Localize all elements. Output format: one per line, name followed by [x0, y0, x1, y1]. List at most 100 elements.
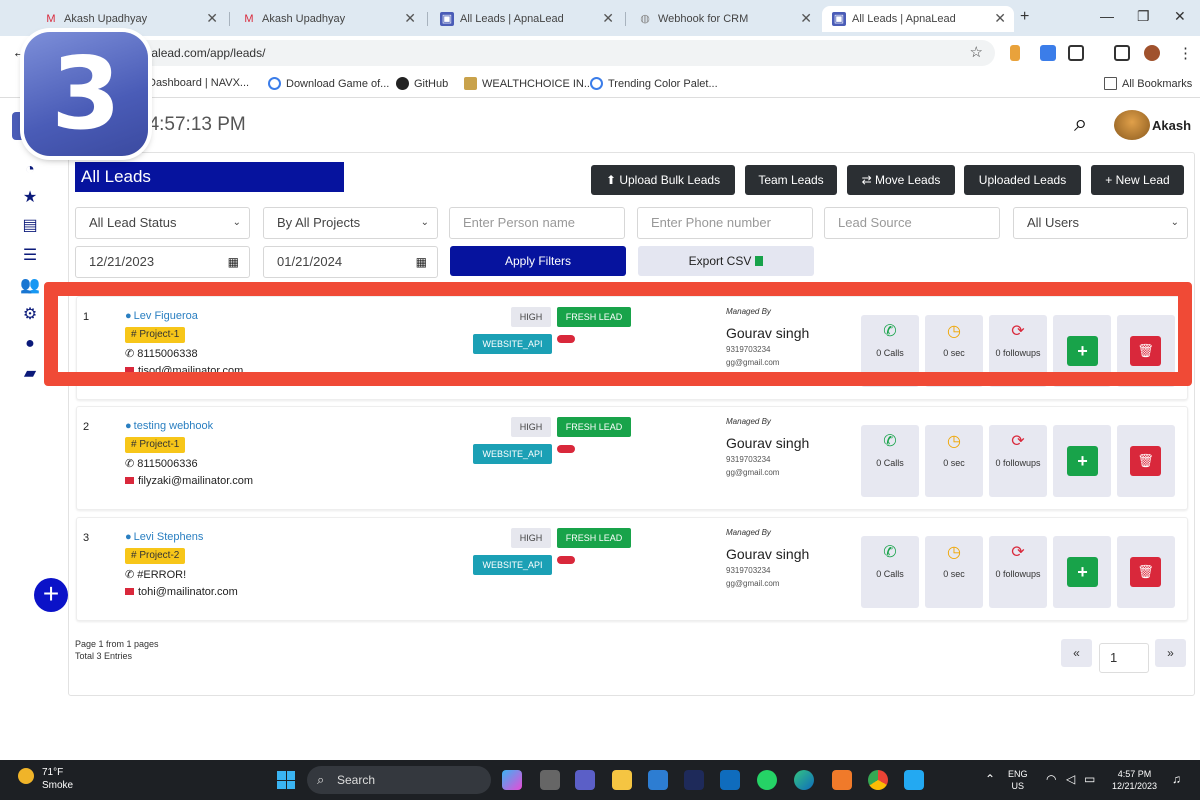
id-card-icon[interactable]: ▤	[20, 216, 40, 236]
user-name[interactable]: Akash	[1152, 118, 1191, 133]
person-name-input[interactable]: Enter Person name	[449, 207, 625, 239]
restore-icon[interactable]: ❐	[1137, 8, 1150, 25]
url-field[interactable]: ...c.apnalead.com/app/leads/ ☆	[100, 40, 995, 66]
status-badge[interactable]: FRESH LEAD	[557, 307, 631, 327]
store-icon[interactable]	[648, 770, 668, 790]
list-icon[interactable]: ☰	[20, 246, 40, 266]
task-view-icon[interactable]	[540, 770, 560, 790]
close-icon[interactable]: ✕	[994, 10, 1006, 27]
bookmark-item[interactable]: GitHub	[396, 77, 448, 90]
vscode-icon[interactable]	[904, 770, 924, 790]
mail-icon[interactable]	[720, 770, 740, 790]
calendar-icon[interactable]: ▦	[228, 247, 239, 277]
edge-icon[interactable]	[794, 770, 814, 790]
menu-dots-icon[interactable]: ⋮	[1178, 44, 1193, 62]
new-lead-button[interactable]: + New Lead	[1091, 165, 1184, 195]
teams-icon[interactable]	[575, 770, 595, 790]
close-icon[interactable]: ✕	[800, 10, 812, 27]
close-icon[interactable]: ✕	[404, 10, 416, 27]
extension-icon[interactable]	[1040, 45, 1056, 61]
gear-icon[interactable]: ⚙	[20, 305, 40, 325]
close-icon[interactable]: ✕	[206, 10, 218, 27]
lead-name-link[interactable]: ● Levi Stephens	[125, 531, 203, 543]
user-icon[interactable]: ●	[20, 334, 40, 354]
lead-phone[interactable]: ✆ 8115006336	[125, 457, 198, 470]
lead-phone[interactable]: ✆ #ERROR!	[125, 568, 186, 581]
lead-name-link[interactable]: ● Lev Figueroa	[125, 310, 198, 322]
browser-tab[interactable]: M Akash Upadhyay ✕	[34, 6, 226, 32]
whatsapp-icon[interactable]	[757, 770, 777, 790]
bookmark-item[interactable]: WEALTHCHOICE IN...	[464, 77, 593, 90]
language-indicator[interactable]: ENG US	[1008, 768, 1028, 792]
xampp-icon[interactable]	[832, 770, 852, 790]
uploaded-leads-button[interactable]: Uploaded Leads	[964, 165, 1081, 195]
bookmark-item[interactable]: Download Game of...	[268, 77, 389, 90]
windows-start-icon[interactable]	[277, 771, 295, 789]
new-tab-button[interactable]: +	[1020, 8, 1029, 26]
team-leads-button[interactable]: Team Leads	[745, 165, 837, 195]
followups-stat[interactable]: ⟳ 0 followups	[989, 315, 1047, 387]
notification-bell-icon[interactable]: ♫	[1172, 772, 1181, 786]
sidepanel-icon[interactable]	[1114, 45, 1130, 61]
puzzle-icon[interactable]	[1068, 45, 1084, 61]
lead-phone[interactable]: ✆ 8115006338	[125, 347, 198, 360]
lead-status-select[interactable]: All Lead Status ⌄	[75, 207, 250, 239]
add-button[interactable]: +	[1067, 557, 1098, 587]
current-page-input[interactable]: 1	[1099, 643, 1149, 673]
apply-filters-button[interactable]: Apply Filters	[450, 246, 626, 276]
lead-email[interactable]: tohi@mailinator.com	[125, 586, 238, 598]
calendar-icon[interactable]: ▦	[416, 247, 427, 277]
close-icon[interactable]: ✕	[602, 10, 614, 27]
calls-stat[interactable]: ✆ 0 Calls	[861, 425, 919, 497]
projects-select[interactable]: By All Projects ⌄	[263, 207, 438, 239]
profile-icon[interactable]	[1144, 45, 1160, 61]
add-button[interactable]: +	[1067, 336, 1098, 366]
add-fab-button[interactable]: +	[34, 578, 68, 612]
bookmark-item[interactable]: Trending Color Palet...	[590, 77, 718, 90]
search-icon[interactable]: ⌕	[1074, 110, 1087, 138]
chrome-icon[interactable]	[868, 770, 888, 790]
date-to-input[interactable]: 01/21/2024 ▦	[263, 246, 438, 278]
taskbar-search[interactable]: ⌕ Search	[307, 766, 491, 794]
trash-icon[interactable]: 🗑	[1130, 336, 1161, 366]
volume-icon[interactable]: ◁	[1066, 772, 1075, 786]
copilot-icon[interactable]	[502, 770, 522, 790]
wifi-icon[interactable]: ◠	[1046, 772, 1056, 786]
add-button[interactable]: +	[1067, 446, 1098, 476]
followups-stat[interactable]: ⟳ 0 followups	[989, 425, 1047, 497]
lead-email[interactable]: tisod@mailinator.com	[125, 365, 243, 377]
extension-icon[interactable]	[1010, 45, 1020, 61]
move-leads-button[interactable]: ⇄ Move Leads	[847, 165, 955, 195]
lead-row[interactable]: 1 ● Lev Figueroa # Project-1 ✆ 8115006338 tis…	[76, 296, 1188, 400]
browser-tab[interactable]: M Akash Upadhyay ✕	[232, 6, 424, 32]
avatar[interactable]	[1114, 110, 1150, 140]
calls-stat[interactable]: ✆ 0 Calls	[861, 536, 919, 608]
status-badge[interactable]: FRESH LEAD	[557, 417, 631, 437]
browser-tab[interactable]: ▣ All Leads | ApnaLead ✕	[430, 6, 622, 32]
status-badge[interactable]: FRESH LEAD	[557, 528, 631, 548]
prev-page-button[interactable]: «	[1061, 639, 1092, 667]
tray-chevron-icon[interactable]: ⌃	[985, 772, 995, 786]
trash-icon[interactable]: 🗑	[1130, 557, 1161, 587]
lead-source-input[interactable]: Lead Source	[824, 207, 1000, 239]
lead-email[interactable]: filyzaki@mailinator.com	[125, 475, 253, 487]
trash-icon[interactable]: 🗑	[1130, 446, 1161, 476]
all-bookmarks[interactable]: All Bookmarks	[1104, 77, 1192, 90]
next-page-button[interactable]: »	[1155, 639, 1186, 667]
followups-stat[interactable]: ⟳ 0 followups	[989, 536, 1047, 608]
phone-number-input[interactable]: Enter Phone number	[637, 207, 813, 239]
browser-tab[interactable]: ◍ Webhook for CRM ✕	[628, 6, 820, 32]
date-from-input[interactable]: 12/21/2023 ▦	[75, 246, 250, 278]
users-select[interactable]: All Users ⌄	[1013, 207, 1188, 239]
star-icon[interactable]: ★	[20, 188, 40, 208]
close-window-icon[interactable]: ✕	[1174, 8, 1186, 25]
duration-stat[interactable]: ◷ 0 sec	[925, 315, 983, 387]
app-icon[interactable]	[684, 770, 704, 790]
battery-icon[interactable]: ▭	[1084, 772, 1095, 786]
users-icon[interactable]: 👥	[20, 276, 40, 296]
browser-tab-active[interactable]: ▣ All Leads | ApnaLead ✕	[822, 6, 1014, 32]
lock-icon[interactable]: ▰	[20, 364, 40, 384]
export-csv-button[interactable]: Export CSV	[638, 246, 814, 276]
dashboard-gauge-icon[interactable]: ◔	[20, 160, 40, 180]
clock-tray[interactable]: 4:57 PM 12/21/2023	[1112, 768, 1157, 792]
